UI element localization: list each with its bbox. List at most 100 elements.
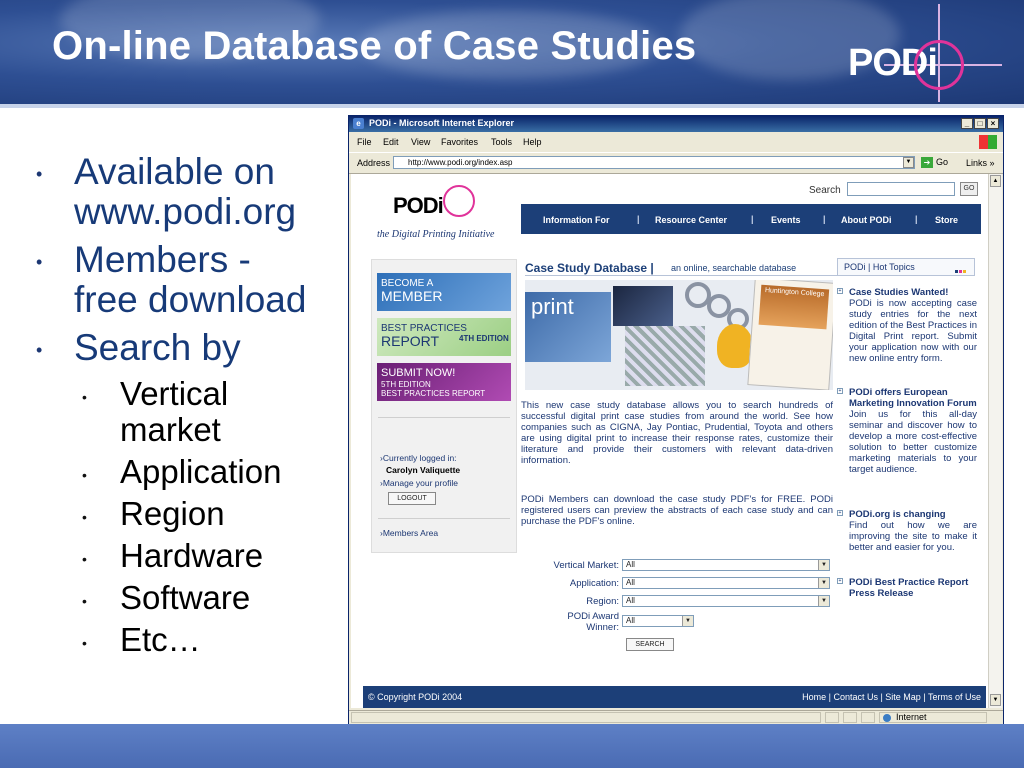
collage-brochure: Huntington College bbox=[747, 280, 833, 390]
go-button[interactable]: ➔ Go bbox=[921, 157, 948, 168]
status-segment bbox=[843, 712, 857, 723]
bullet-glyph: • bbox=[82, 635, 87, 651]
scroll-up-icon[interactable]: ▲ bbox=[990, 175, 1001, 187]
collage-print-magazine: print bbox=[525, 292, 611, 362]
page-viewport: PODi the Digital Printing Initiative Sea… bbox=[351, 174, 988, 708]
menu-edit[interactable]: Edit bbox=[383, 137, 399, 147]
promo-line: 4TH EDITION bbox=[459, 334, 509, 343]
hot-topic-item[interactable]: + PODi.org is changing Find out how we a… bbox=[837, 509, 977, 553]
address-dropdown-icon[interactable]: ▼ bbox=[903, 157, 914, 168]
bullet-glyph: • bbox=[36, 340, 43, 360]
minimize-button[interactable]: _ bbox=[961, 118, 973, 129]
logged-in-label: ›Currently logged in: bbox=[380, 453, 457, 463]
left-sidebar: BECOME A MEMBER BEST PRACTICES REPORT 4T… bbox=[371, 259, 517, 553]
slide-footer-bar bbox=[0, 724, 1024, 768]
vertical-scrollbar[interactable]: ▲ ▼ bbox=[988, 174, 1002, 708]
nav-separator: | bbox=[751, 214, 754, 224]
color-dots-icon bbox=[954, 265, 966, 275]
vertical-market-select[interactable]: All ▼ bbox=[622, 559, 830, 571]
nav-store[interactable]: Store bbox=[935, 215, 958, 225]
sub-bullet-item: • Etc… bbox=[82, 622, 336, 658]
bullet-text: Application bbox=[120, 453, 282, 490]
site-logo-ring bbox=[443, 185, 475, 217]
bullet-glyph: • bbox=[82, 551, 87, 567]
site-search-button[interactable]: GO bbox=[960, 182, 978, 196]
application-select[interactable]: All ▼ bbox=[622, 577, 830, 589]
promo-best-practices[interactable]: BEST PRACTICES REPORT 4TH EDITION bbox=[377, 318, 511, 356]
bullet-item: • Members - free download bbox=[36, 240, 336, 320]
site-logo-text: PODi bbox=[393, 193, 444, 218]
menu-view[interactable]: View bbox=[411, 137, 430, 147]
site-logo[interactable]: PODi the Digital Printing Initiative bbox=[371, 179, 521, 240]
bullet-glyph: • bbox=[82, 509, 87, 525]
menu-favorites[interactable]: Favorites bbox=[441, 137, 478, 147]
members-area-link[interactable]: ›Members Area bbox=[380, 528, 438, 538]
bullet-text: Region bbox=[120, 495, 225, 532]
status-bar: Internet bbox=[349, 710, 1003, 724]
bullet-item: • Available on www.podi.org bbox=[36, 152, 336, 232]
hot-topic-item[interactable]: + PODi offers European Marketing Innovat… bbox=[837, 387, 977, 475]
title-rule bbox=[525, 275, 837, 276]
sub-bullet-item: • Vertical market bbox=[82, 376, 336, 448]
bullet-glyph: • bbox=[82, 467, 87, 483]
manage-profile-link[interactable]: ›Manage your profile bbox=[380, 478, 458, 488]
slide-title: On-line Database of Case Studies bbox=[52, 24, 697, 68]
status-segment bbox=[825, 712, 839, 723]
dropdown-arrow-icon: ▼ bbox=[818, 578, 829, 588]
hot-topic-item[interactable]: + PODi Best Practice Report Press Releas… bbox=[837, 577, 977, 599]
user-name: Carolyn Valiquette bbox=[386, 465, 461, 475]
nav-information-for[interactable]: Information For bbox=[543, 215, 610, 225]
logo-ring bbox=[914, 40, 964, 90]
page-footer: © Copyright PODi 2004 Home | Contact Us … bbox=[363, 686, 986, 708]
header-rule bbox=[0, 104, 1024, 108]
dropdown-arrow-icon: ▼ bbox=[682, 616, 693, 626]
hot-topic-heading[interactable]: PODi offers European Marketing Innovatio… bbox=[849, 387, 977, 409]
dropdown-arrow-icon: ▼ bbox=[818, 596, 829, 606]
hot-topic-heading[interactable]: PODi.org is changing bbox=[849, 509, 977, 520]
links-toolbar[interactable]: Links » bbox=[966, 158, 995, 168]
site-tagline: the Digital Printing Initiative bbox=[377, 229, 495, 240]
nav-resource-center[interactable]: Resource Center bbox=[655, 215, 727, 225]
menu-help[interactable]: Help bbox=[523, 137, 542, 147]
address-input[interactable]: http://www.podi.org/index.asp bbox=[393, 156, 915, 169]
address-bar: Address http://www.podi.org/index.asp ▼ … bbox=[349, 152, 1003, 174]
address-label: Address bbox=[357, 158, 391, 168]
collage-yellow-shape bbox=[717, 324, 753, 368]
sub-bullet-item: • Region bbox=[82, 496, 336, 532]
footer-links[interactable]: Home | Contact Us | Site Map | Terms of … bbox=[802, 692, 981, 702]
site-search-input[interactable] bbox=[847, 182, 955, 196]
promo-become-member[interactable]: BECOME A MEMBER bbox=[377, 273, 511, 311]
hot-topic-heading[interactable]: Case Studies Wanted! bbox=[849, 287, 977, 298]
close-button[interactable]: × bbox=[987, 118, 999, 129]
promo-submit-now[interactable]: SUBMIT NOW! 5TH EDITION BEST PRACTICES R… bbox=[377, 363, 511, 401]
site-nav: Information For | Resource Center | Even… bbox=[521, 204, 981, 234]
copyright-text: © Copyright PODi 2004 bbox=[368, 692, 463, 702]
maximize-button[interactable]: □ bbox=[974, 118, 986, 129]
region-select[interactable]: All ▼ bbox=[622, 595, 830, 607]
hot-topic-item[interactable]: + Case Studies Wanted! PODi is now accep… bbox=[837, 287, 977, 364]
bullet-glyph: • bbox=[36, 164, 43, 184]
sub-bullet-item: • Hardware bbox=[82, 538, 336, 574]
hot-topic-heading[interactable]: PODi Best Practice Report Press Release bbox=[849, 577, 977, 599]
bullet-text: Etc… bbox=[120, 621, 201, 658]
menu-file[interactable]: File bbox=[357, 137, 372, 147]
bullet-text: Hardware bbox=[120, 537, 264, 574]
divider bbox=[378, 417, 510, 418]
scroll-down-icon[interactable]: ▼ bbox=[990, 694, 1001, 706]
collage-print-text: print bbox=[531, 294, 574, 319]
menu-bar: File Edit View Favorites Tools Help bbox=[349, 134, 1003, 150]
award-winner-select[interactable]: All ▼ bbox=[622, 615, 694, 627]
collage-paperclips bbox=[625, 326, 705, 386]
nav-events[interactable]: Events bbox=[771, 215, 801, 225]
bullet-text: Vertical market bbox=[120, 375, 229, 448]
hot-topics-title: PODi | Hot Topics bbox=[844, 262, 915, 272]
ie-logo-icon: e bbox=[353, 118, 364, 129]
search-button[interactable]: SEARCH bbox=[626, 638, 674, 651]
expand-icon: + bbox=[837, 288, 843, 294]
slide-header: On-line Database of Case Studies PODi bbox=[0, 0, 1024, 108]
nav-about-podi[interactable]: About PODi bbox=[841, 215, 892, 225]
menu-tools[interactable]: Tools bbox=[491, 137, 512, 147]
award-winner-label: PODi Award Winner: bbox=[567, 611, 619, 633]
browser-window: e PODi - Microsoft Internet Explorer _ □… bbox=[348, 115, 1004, 725]
logout-button[interactable]: LOGOUT bbox=[388, 492, 436, 505]
